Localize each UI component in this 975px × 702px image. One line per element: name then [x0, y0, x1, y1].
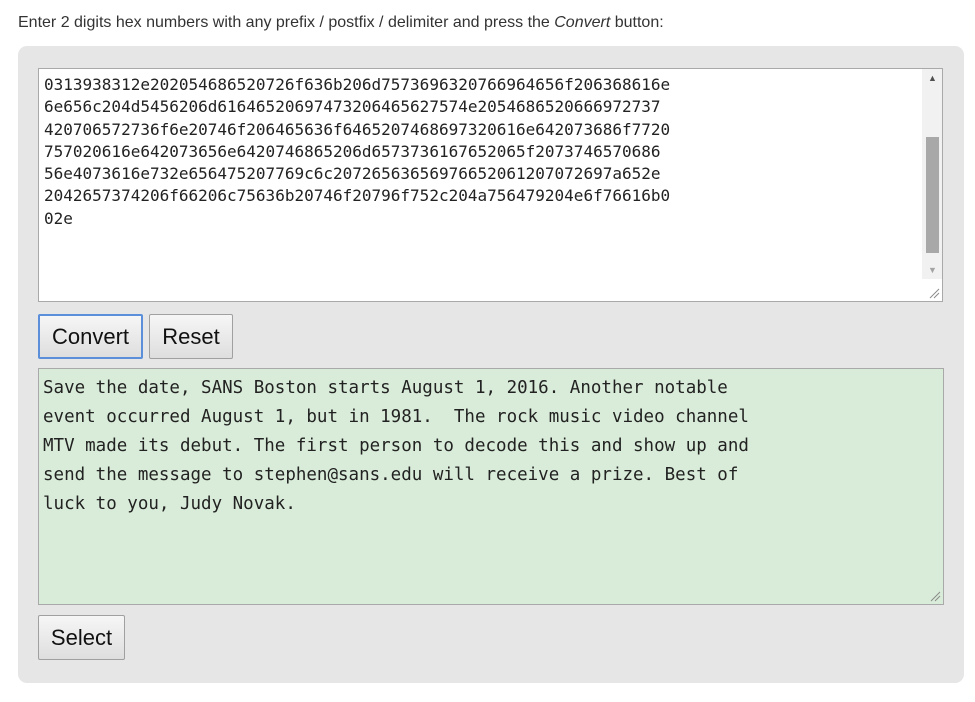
- scroll-up-icon[interactable]: ▲: [923, 69, 942, 87]
- scroll-thumb[interactable]: [926, 137, 939, 253]
- hex-input-value: 0313938312e202054686520726f636b206d75736…: [44, 75, 671, 228]
- convert-button[interactable]: Convert: [38, 314, 143, 359]
- instruction-emphasis: Convert: [554, 14, 611, 31]
- hex-input-scrollbar[interactable]: ▲ ▼: [922, 69, 942, 279]
- output-resize-grip-icon[interactable]: [929, 590, 941, 602]
- output-value: Save the date, SANS Boston starts August…: [43, 378, 749, 514]
- converter-panel: 0313938312e202054686520726f636b206d75736…: [18, 46, 964, 683]
- resize-grip-icon[interactable]: [928, 287, 940, 299]
- instruction-after: button:: [610, 14, 664, 31]
- reset-button[interactable]: Reset: [149, 314, 233, 359]
- scroll-down-icon[interactable]: ▼: [923, 261, 942, 279]
- instruction-before: Enter 2 digits hex numbers with any pref…: [18, 14, 555, 31]
- hex-input-textarea[interactable]: 0313938312e202054686520726f636b206d75736…: [38, 68, 943, 302]
- instruction-text: Enter 2 digits hex numbers with any pref…: [18, 14, 664, 32]
- select-button[interactable]: Select: [38, 615, 125, 660]
- output-textarea[interactable]: Save the date, SANS Boston starts August…: [38, 368, 944, 605]
